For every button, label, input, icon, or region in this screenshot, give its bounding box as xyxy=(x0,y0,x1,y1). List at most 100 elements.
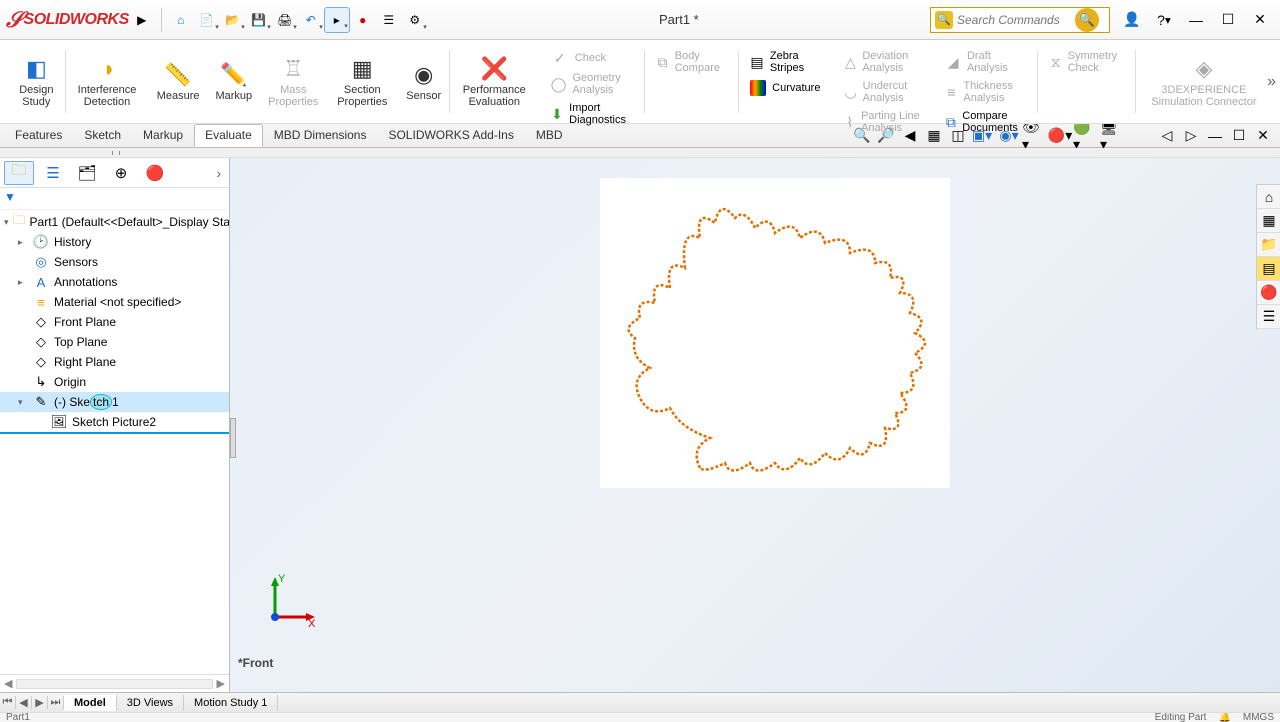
tab-markup[interactable]: Markup xyxy=(132,124,194,147)
scroll-right-icon[interactable]: ▶ xyxy=(217,677,225,690)
tab-features[interactable]: Features xyxy=(4,124,73,147)
section-view-icon[interactable]: ▦ xyxy=(923,125,945,147)
ribbon-overflow-icon[interactable]: » xyxy=(1267,73,1276,91)
compare-documents-button[interactable]: ⧉Compare Documents xyxy=(943,108,1027,136)
tree-top-plane[interactable]: ◇Top Plane xyxy=(0,332,229,352)
configuration-tab[interactable]: 🗂 xyxy=(72,161,102,185)
command-tabs: Features Sketch Markup Evaluate MBD Dime… xyxy=(0,124,1280,148)
open-button[interactable]: 📂▾ xyxy=(220,7,246,33)
mass-properties-button: ♖Mass Properties xyxy=(260,44,326,119)
max-viewport-icon[interactable]: ☐ xyxy=(1228,125,1250,147)
tab-nav-first-icon[interactable]: ⏮ xyxy=(0,696,16,709)
tree-material[interactable]: ≡Material <not specified> xyxy=(0,292,229,312)
maximize-button[interactable]: ☐ xyxy=(1214,8,1242,32)
render-icon[interactable]: 🖥▾ xyxy=(1100,125,1122,147)
tree-filter[interactable]: ▼ xyxy=(0,188,229,210)
panel-split-handle[interactable] xyxy=(0,148,1280,158)
tree-root[interactable]: ▾ 🗀 Part1 (Default<<Default>_Display Sta xyxy=(0,212,229,232)
search-go-icon[interactable]: 🔍 xyxy=(1075,8,1099,32)
sensor-button[interactable]: ◉Sensor xyxy=(398,44,449,119)
close-viewport-icon[interactable]: ✕ xyxy=(1252,125,1274,147)
view-triad: Y X xyxy=(260,572,320,632)
tree-history[interactable]: ▸🕑History xyxy=(0,232,229,252)
tree-root-label: Part1 (Default<<Default>_Display Sta xyxy=(30,215,229,229)
tab-addins[interactable]: SOLIDWORKS Add-Ins xyxy=(377,124,524,147)
min-viewport-icon[interactable]: — xyxy=(1204,125,1226,147)
taskpane-home-icon[interactable]: ⌂ xyxy=(1257,185,1280,209)
print-button[interactable]: 🖨▾ xyxy=(272,7,298,33)
taskpane-library-icon[interactable]: 📁 xyxy=(1257,233,1280,257)
sidebar-scrollbar[interactable]: ◀ ▶ xyxy=(0,674,229,692)
view-orientation-label: *Front xyxy=(238,656,273,670)
tree-annotations[interactable]: ▸AAnnotations xyxy=(0,272,229,292)
save-button[interactable]: 💾▾ xyxy=(246,7,272,33)
tree-front-plane[interactable]: ◇Front Plane xyxy=(0,312,229,332)
appearance-icon[interactable]: 🔴▾ xyxy=(1049,125,1071,147)
section-properties-button[interactable]: ▦Section Properties xyxy=(326,44,398,119)
performance-evaluation-button[interactable]: ❌Performance Evaluation xyxy=(450,44,539,119)
options-button[interactable]: ☰ xyxy=(376,7,402,33)
undo-button[interactable]: ↶▾ xyxy=(298,7,324,33)
bottom-tab-3dviews[interactable]: 3D Views xyxy=(117,695,184,711)
tab-mbd-dimensions[interactable]: MBD Dimensions xyxy=(263,124,378,147)
home-button[interactable]: ⌂ xyxy=(168,7,194,33)
tab-evaluate[interactable]: Evaluate xyxy=(194,124,263,147)
taskpane-custom-icon[interactable]: ☰ xyxy=(1257,305,1280,329)
taskpane-appearance-icon[interactable]: 🔴 xyxy=(1257,281,1280,305)
expand-icon[interactable]: ▶ xyxy=(129,7,155,33)
help-icon[interactable]: ?▾ xyxy=(1150,8,1178,32)
feature-tree: ▾ 🗀 Part1 (Default<<Default>_Display Sta… xyxy=(0,210,229,674)
next-doc-icon[interactable]: ▷ xyxy=(1180,125,1202,147)
bottom-tab-model[interactable]: Model xyxy=(64,695,117,711)
tree-origin[interactable]: ↳Origin xyxy=(0,372,229,392)
record-button[interactable]: ● xyxy=(350,7,376,33)
status-bar: Part1 Editing Part 🔔 MMGS xyxy=(0,712,1280,722)
tree-sketch1[interactable]: ▾✎(-) Sketch1 xyxy=(0,392,229,412)
search-commands[interactable]: 🔍 🔍 xyxy=(930,7,1110,33)
curvature-button[interactable]: ■Curvature xyxy=(748,78,822,98)
tab-sketch[interactable]: Sketch xyxy=(73,124,132,147)
taskpane-resources-icon[interactable]: ▦ xyxy=(1257,209,1280,233)
deviation-analysis-button: △Deviation Analysis xyxy=(842,48,923,76)
select-button[interactable]: ▸▾ xyxy=(324,7,350,33)
feature-tree-tab[interactable]: 🗀 xyxy=(4,161,34,185)
scroll-left-icon[interactable]: ◀ xyxy=(4,677,12,690)
close-button[interactable]: ✕ xyxy=(1246,8,1274,32)
minimize-button[interactable]: — xyxy=(1182,8,1210,32)
tree-sketch-picture[interactable]: 🖼Sketch Picture2 xyxy=(0,412,229,434)
experience-sim-button: ◈3DEXPERIENCE Simulation Connector xyxy=(1136,44,1272,119)
settings-button[interactable]: ⚙▾ xyxy=(402,7,428,33)
new-button[interactable]: 📄▾ xyxy=(194,7,220,33)
measure-button[interactable]: 📏Measure xyxy=(149,44,208,119)
scene-icon[interactable]: 🟢▾ xyxy=(1073,125,1095,147)
tree-right-plane[interactable]: ◇Right Plane xyxy=(0,352,229,372)
document-title: Part1 * xyxy=(428,12,930,27)
taskpane-view-icon[interactable]: ▤ xyxy=(1257,257,1280,281)
zebra-stripes-button[interactable]: ▤Zebra Stripes xyxy=(748,48,822,76)
document-tabs: ⏮ ◀ ▶ ⏭ Model 3D Views Motion Study 1 xyxy=(0,692,1280,712)
tree-sensors[interactable]: ◎Sensors xyxy=(0,252,229,272)
bottom-tab-motion[interactable]: Motion Study 1 xyxy=(184,695,278,711)
status-units[interactable]: MMGS xyxy=(1243,712,1274,722)
tab-nav-next-icon[interactable]: ▶ xyxy=(32,696,48,709)
user-icon[interactable]: 👤 xyxy=(1118,8,1146,32)
import-diagnostics-button[interactable]: ⬇Import Diagnostics xyxy=(549,100,634,128)
body-compare-button: ⧉Body Compare xyxy=(654,48,727,76)
display-tab[interactable]: 🔴 xyxy=(140,161,170,185)
markup-button[interactable]: ✏️Markup xyxy=(207,44,260,119)
sidebar-next-icon[interactable]: › xyxy=(212,165,225,181)
prev-doc-icon[interactable]: ◁ xyxy=(1156,125,1178,147)
tab-nav-last-icon[interactable]: ⏭ xyxy=(48,696,64,709)
status-document: Part1 xyxy=(6,712,30,722)
check-button: ✓Check xyxy=(549,48,634,68)
design-study-button[interactable]: ◧Design Study xyxy=(8,44,65,119)
interference-button[interactable]: ◑Interference Detection xyxy=(65,44,148,119)
graphics-viewport[interactable]: ⌂ ▦ 📁 ▤ 🔴 ☰ Y X *Front xyxy=(230,158,1280,692)
property-manager-tab[interactable]: ☰ xyxy=(38,161,68,185)
splitter-handle[interactable] xyxy=(230,418,236,458)
collapse-icon[interactable]: ▾ xyxy=(4,217,9,228)
svg-text:X: X xyxy=(308,618,316,630)
search-input[interactable] xyxy=(953,13,1073,27)
dimxpert-tab[interactable]: ⊕ xyxy=(106,161,136,185)
tab-nav-prev-icon[interactable]: ◀ xyxy=(16,696,32,709)
